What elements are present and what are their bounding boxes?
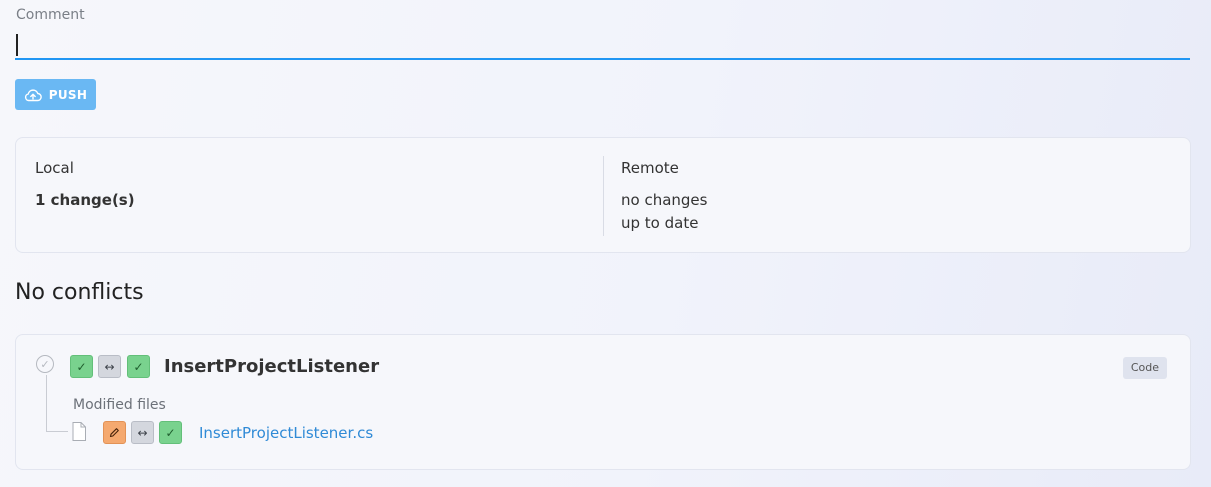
file-icon	[72, 422, 86, 445]
modified-files-label: Modified files	[73, 397, 166, 413]
swap-icon: ↔	[131, 421, 154, 444]
select-change-checkbox[interactable]: ✓	[36, 355, 54, 373]
conflicts-title: No conflicts	[15, 280, 144, 305]
comment-input[interactable]	[15, 30, 1190, 60]
check-icon: ✓	[70, 355, 93, 378]
remote-changes-text: no changes	[621, 191, 708, 209]
remote-status: Remote no changes up to date	[603, 156, 1191, 236]
push-button-label: PUSH	[48, 87, 88, 102]
local-heading: Local	[35, 159, 74, 177]
sync-status-card: Local 1 change(s) Remote no changes up t…	[15, 137, 1191, 253]
tree-connector	[46, 375, 47, 431]
push-button[interactable]: PUSH	[15, 79, 96, 110]
code-badge: Code	[1122, 357, 1167, 379]
text-caret	[16, 34, 18, 56]
cloud-upload-icon	[24, 88, 42, 102]
local-changes-count: 1 change(s)	[35, 191, 135, 209]
pencil-icon	[103, 421, 126, 444]
check-icon: ✓	[159, 421, 182, 444]
comment-label: Comment	[16, 7, 85, 23]
tree-connector-branch	[46, 431, 68, 432]
change-title: InsertProjectListener	[164, 356, 380, 377]
change-card: ✓ ✓ ↔ ✓ InsertProjectListener Code Modif…	[15, 334, 1191, 470]
check-icon: ✓	[127, 355, 150, 378]
remote-uptodate-text: up to date	[621, 214, 699, 232]
remote-heading: Remote	[621, 159, 679, 177]
file-link[interactable]: InsertProjectListener.cs	[199, 424, 373, 442]
swap-icon: ↔	[98, 355, 121, 378]
local-status: Local 1 change(s)	[16, 138, 603, 252]
